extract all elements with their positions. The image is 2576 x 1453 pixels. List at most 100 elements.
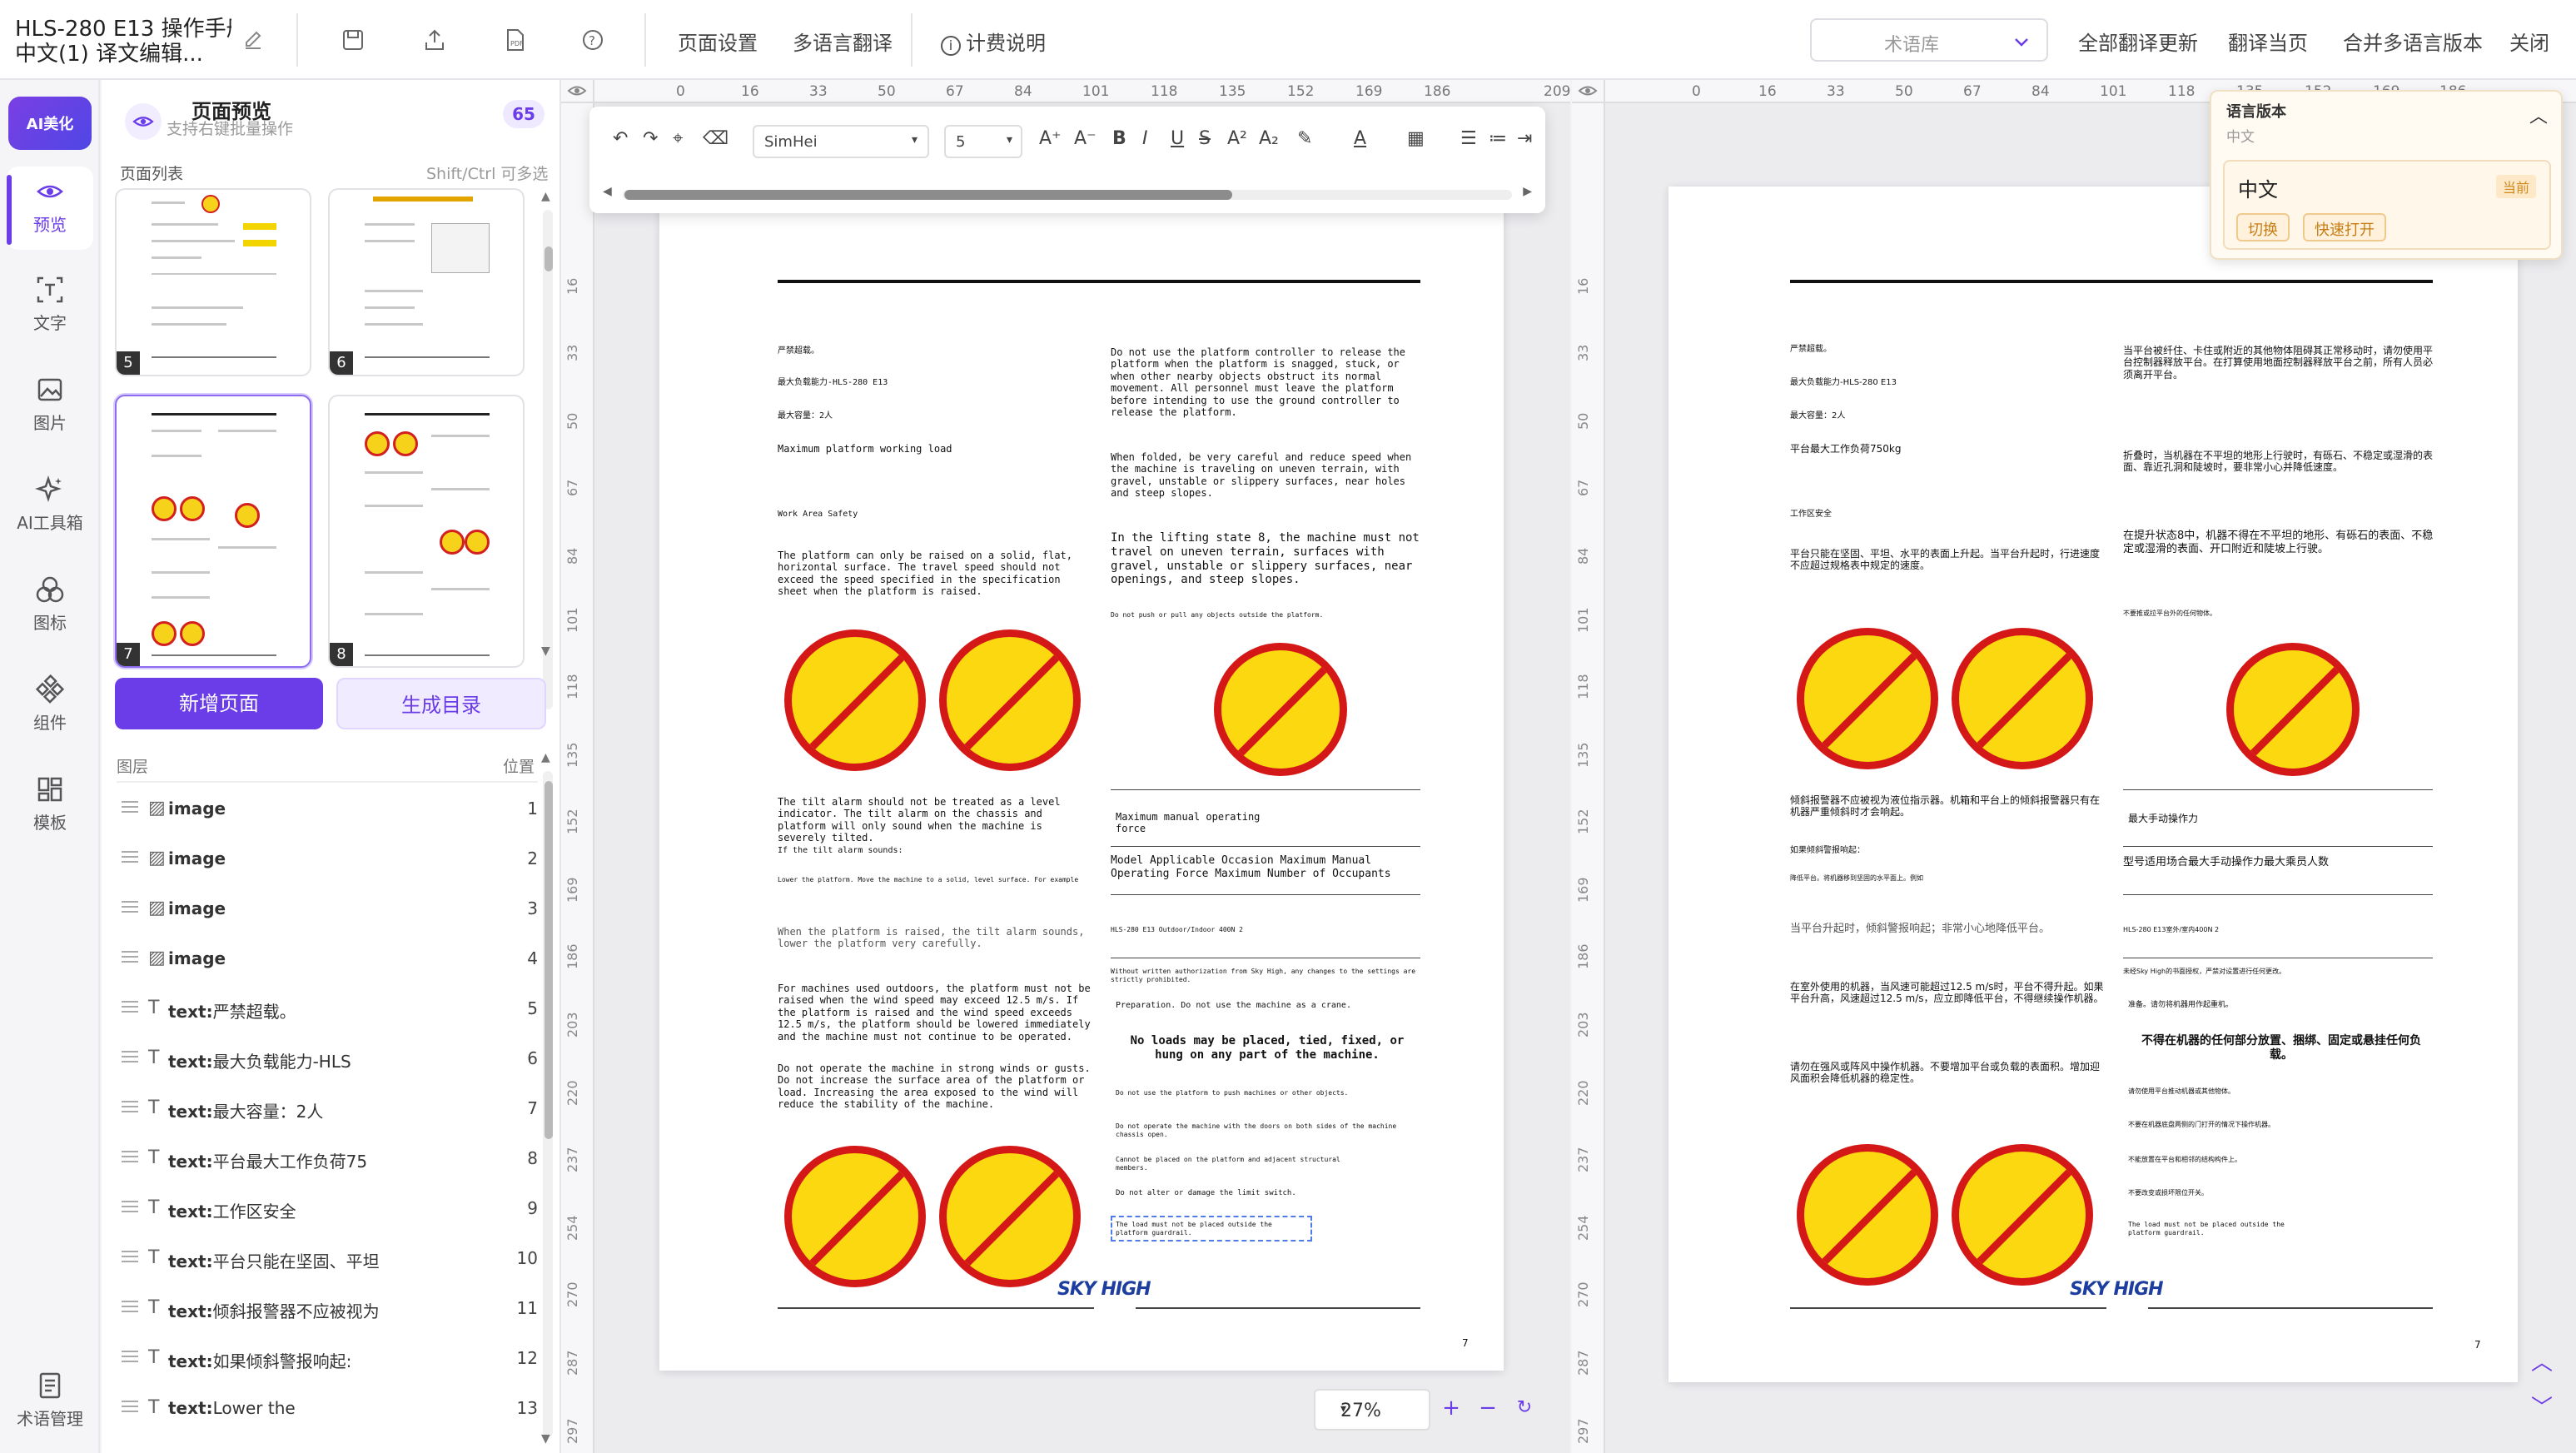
new-page-button[interactable]: 新增页面 (115, 678, 323, 729)
eye-icon[interactable] (1572, 80, 1605, 103)
close-button[interactable]: 关闭 (2509, 27, 2549, 56)
scroll-left-arrow[interactable]: ◀ (603, 185, 612, 198)
subscript-icon[interactable]: A₂ (1259, 128, 1279, 149)
drag-handle-icon[interactable] (122, 1351, 138, 1362)
page-text[interactable]: 当平台被纤住、卡住或附近的其他物体阻碍其正常移动时，请勿使用平台控制器释放平台。… (2123, 345, 2439, 381)
layer-row[interactable]: ▨ image 3 (122, 883, 538, 933)
rail-item-components[interactable]: 组件 (0, 664, 100, 748)
layer-row[interactable]: ▨ image 1 (122, 783, 538, 833)
page-text[interactable]: Do not use the platform to push machines… (1116, 1089, 1349, 1097)
page-text[interactable]: For machines used outdoors, the platform… (778, 983, 1094, 1042)
page-text[interactable]: 不要改变或损坏限位开关。 (2128, 1189, 2208, 1197)
rail-item-icons[interactable]: 图标 (0, 565, 100, 648)
font-size-select[interactable]: 5 ▾ (944, 125, 1022, 158)
update-all-button[interactable]: 全部翻译更新 (2078, 27, 2198, 56)
rail-item-image[interactable]: 图片 (0, 365, 100, 448)
page-text[interactable]: 折叠时，当机器在不平坦的地形上行驶时，有砾石、不稳定或湿滑的表面、靠近孔洞和陡坡… (2123, 450, 2439, 474)
text-effect-icon[interactable]: ▦ (1407, 128, 1425, 149)
page-text[interactable]: Do not push or pull any objects outside … (1111, 611, 1323, 620)
zoom-out-button[interactable]: − (1474, 1396, 1502, 1424)
chevron-up-icon[interactable]: ︿ (2531, 1346, 2553, 1376)
page-text[interactable]: The platform can only be raised on a sol… (778, 550, 1094, 598)
layer-row[interactable]: Ttext:Lower the 13 (122, 1382, 538, 1432)
layer-row[interactable]: Ttext:最大容量：2人 7 (122, 1082, 538, 1132)
page-text[interactable]: 在室外使用的机器，当风速可能超过12.5 m/s时，平台不得升起。如果平台升高，… (1790, 981, 2106, 1005)
layer-row[interactable]: Ttext:倾斜报警器不应被视为 11 (122, 1282, 538, 1332)
page-thumbnail[interactable]: 8 (328, 395, 525, 668)
page-text[interactable]: When the platform is raised, the tilt al… (778, 926, 1094, 950)
page-text[interactable]: No loads may be placed, tied, fixed, or … (1126, 1034, 1409, 1062)
superscript-icon[interactable]: A² (1227, 128, 1247, 149)
page-settings-button[interactable]: 页面设置 (678, 27, 758, 56)
page-text[interactable]: In the lifting state 8, the machine must… (1111, 531, 1427, 587)
page-text[interactable]: Do not operate the machine in strong win… (778, 1062, 1094, 1111)
page-text[interactable]: When folded, be very careful and reduce … (1111, 451, 1427, 500)
page-text[interactable]: 不能放置在平台和相邻的结构构件上。 (2128, 1156, 2378, 1164)
eye-icon[interactable] (561, 80, 594, 103)
eraser-icon[interactable]: ⌫ (703, 128, 729, 149)
page-thumbnail[interactable]: 6 (328, 188, 525, 376)
strikethrough-icon[interactable]: S (1199, 128, 1211, 149)
page-text[interactable]: 倾斜报警器不应被视为液位指示器。机箱和平台上的倾斜报警器只有在机器严重倾斜时才会… (1790, 794, 2106, 819)
translate-current-button[interactable]: 翻译当页 (2228, 27, 2308, 56)
drag-handle-icon[interactable] (122, 1301, 138, 1312)
font-grow-icon[interactable]: A⁺ (1039, 128, 1062, 149)
merge-versions-button[interactable]: 合并多语言版本 (2343, 27, 2483, 56)
layer-scroll-thumb[interactable] (545, 781, 553, 1139)
rail-item-glossary[interactable]: 术语管理 (0, 1361, 100, 1444)
scroll-up-arrow[interactable]: ▲ (541, 190, 550, 203)
page-text[interactable]: 最大容量：2人 (778, 411, 833, 421)
layer-row[interactable]: Ttext:平台最大工作负荷75 8 (122, 1132, 538, 1182)
drag-handle-icon[interactable] (122, 1251, 138, 1262)
page-text[interactable]: 平台最大工作负荷750kg (1790, 443, 1901, 455)
font-shrink-icon[interactable]: A⁻ (1074, 128, 1097, 149)
page-thumbnail-selected[interactable]: 7 (115, 395, 311, 668)
page-text[interactable]: 型号适用场合最大手动操作力最大乘员人数 (2123, 856, 2439, 869)
page-text[interactable]: Model Applicable Occasion Maximum Manual… (1111, 854, 1427, 880)
selected-text-box[interactable]: The load must not be placed outside the … (1111, 1215, 1312, 1242)
drag-handle-icon[interactable] (122, 1201, 138, 1212)
drag-handle-icon[interactable] (122, 951, 138, 963)
page-text[interactable]: Maximum manual operating force (1116, 811, 1282, 835)
page-text[interactable]: 未经Sky High的书面授权，严禁对设置进行任何更改。 (2123, 968, 2439, 976)
language-card[interactable]: 中文 当前 切换 快速打开 (2223, 160, 2551, 250)
underline-icon[interactable]: U (1171, 128, 1184, 149)
italic-icon[interactable]: I (1142, 128, 1148, 149)
page-text[interactable]: Work Area Safety (778, 510, 858, 520)
page-text[interactable]: The load must not be placed outside the … (2128, 1221, 2320, 1237)
indent-icon[interactable]: ⇥ (1517, 128, 1532, 149)
drag-handle-icon[interactable] (122, 1051, 138, 1062)
scroll-up-arrow[interactable]: ▲ (541, 751, 550, 764)
translated-pdf-page[interactable]: 严禁超载。 最大负载能力-HLS-280 E13 最大容量：2人 平台最大工作负… (1668, 187, 2518, 1382)
page-text[interactable]: 工作区安全 (1790, 510, 1832, 520)
page-text[interactable]: 当平台升起时，倾斜警报响起；非常小心地降低平台。 (1790, 923, 2106, 936)
rail-item-ai-tools[interactable]: AI工具箱 (0, 465, 100, 548)
layer-row[interactable]: Ttext:工作区安全 9 (122, 1182, 538, 1232)
page-text[interactable]: Cannot be placed on the platform and adj… (1116, 1156, 1349, 1172)
scroll-down-arrow[interactable]: ▼ (541, 1432, 550, 1446)
save-icon[interactable] (338, 25, 368, 55)
drag-handle-icon[interactable] (122, 1101, 138, 1112)
page-text[interactable]: 严禁超载。 (1790, 345, 1832, 355)
bold-icon[interactable]: B (1112, 128, 1126, 149)
bullet-list-icon[interactable]: ≔ (1489, 128, 1507, 149)
undo-icon[interactable]: ↶ (613, 128, 628, 149)
page-text[interactable]: HLS-280 E13室外/室内400N 2 (2123, 926, 2219, 934)
collapse-icon[interactable]: ︿ (2529, 102, 2548, 128)
rail-item-preview[interactable]: 预览 (7, 167, 93, 250)
multilang-translate-button[interactable]: 多语言翻译 (793, 27, 893, 56)
page-text[interactable]: Do not alter or damage the limit switch. (1116, 1189, 1296, 1198)
page-text[interactable]: 在提升状态8中，机器不得在不平坦的地形、有砾石的表面、不稳定或湿滑的表面、开口附… (2123, 530, 2439, 555)
quick-open-button[interactable]: 快速打开 (2303, 213, 2386, 241)
ordered-list-icon[interactable]: ☰ (1460, 128, 1477, 149)
thumbnail-scroll-thumb[interactable] (545, 246, 553, 271)
toolbar-scrollbar[interactable]: ◀ ▶ (603, 185, 1532, 200)
page-thumbnail[interactable]: 5 (115, 188, 311, 376)
font-color-icon[interactable]: A (1354, 128, 1366, 149)
page-text[interactable]: HLS-280 E13 Outdoor/Indoor 400N 2 (1111, 926, 1243, 934)
page-text[interactable]: 最大负载能力-HLS-280 E13 (1790, 378, 1897, 388)
source-pdf-page[interactable]: 严禁超载。 最大负载能力-HLS-280 E13 最大容量：2人 Maximum… (659, 197, 1504, 1371)
zoom-in-button[interactable]: + (1437, 1396, 1465, 1424)
layer-row[interactable]: Ttext:平台只能在坚固、平坦 10 (122, 1232, 538, 1282)
page-text[interactable]: If the tilt alarm sounds: (778, 846, 903, 856)
